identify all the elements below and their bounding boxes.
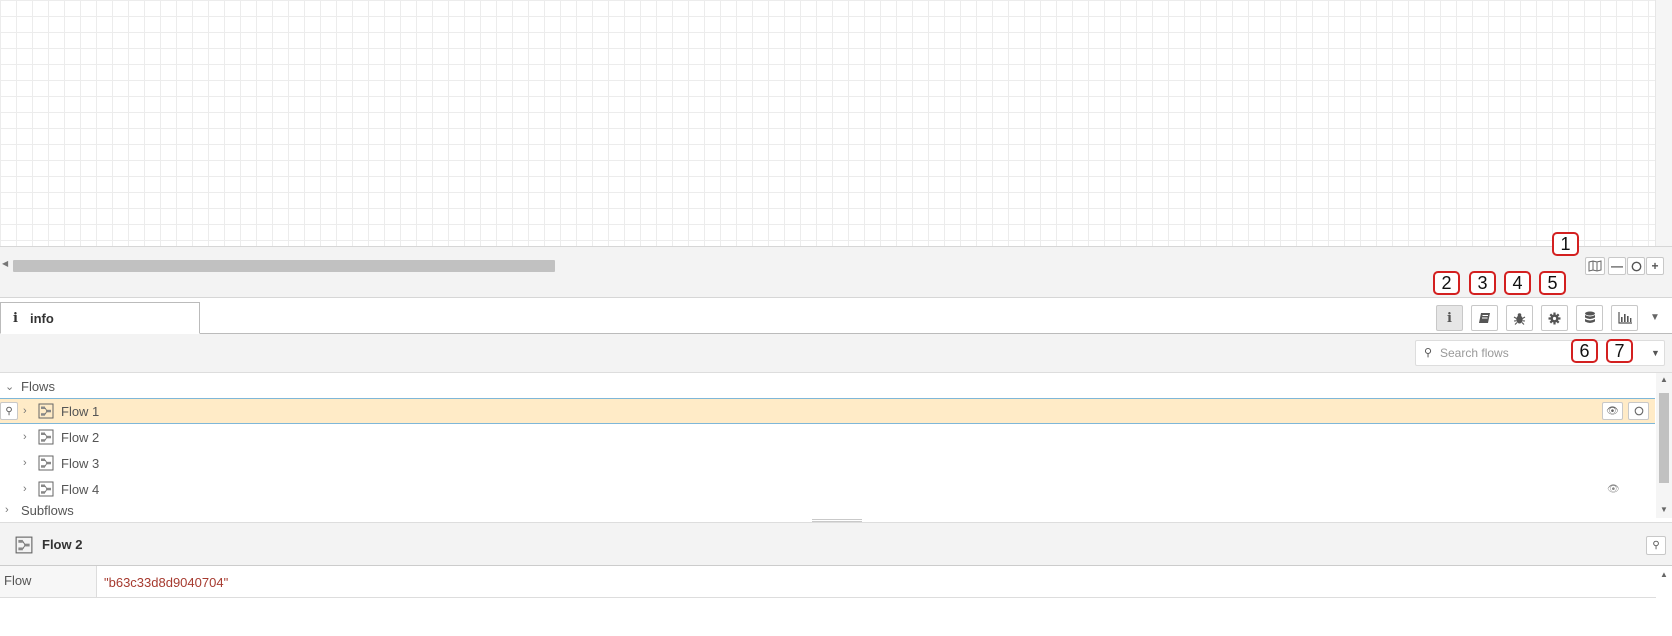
book-icon — [1478, 313, 1490, 323]
flow-icon — [38, 429, 54, 445]
horizontal-scroll-thumb[interactable] — [13, 260, 555, 272]
reveal-flow-button[interactable]: ⚲ — [0, 402, 18, 420]
scroll-up-arrow-icon[interactable]: ▲ — [1660, 570, 1668, 579]
annotation-badge-7: 7 — [1606, 339, 1633, 363]
scroll-down-arrow-icon[interactable]: ▼ — [1660, 505, 1668, 514]
tree-item-flow-3[interactable]: › Flow 3 — [0, 450, 1655, 476]
property-panel-header: Flow 2 ⚲ — [0, 522, 1672, 566]
tree-group-subflows[interactable]: › Subflows — [0, 501, 1655, 519]
property-row: Flow "b63c33d8d9040704" — [0, 566, 1656, 598]
property-vertical-scrollbar[interactable]: ▲ — [1656, 566, 1672, 636]
tab-info[interactable]: i info — [0, 302, 200, 334]
chevron-right-icon[interactable]: › — [5, 504, 9, 516]
bug-icon — [1513, 312, 1526, 325]
chevron-right-icon[interactable]: › — [23, 483, 27, 495]
tree-vertical-scrollbar[interactable]: ▲ ▼ — [1656, 373, 1672, 518]
property-key: Flow — [0, 566, 97, 597]
scroll-up-arrow-icon[interactable]: ▲ — [1660, 375, 1668, 384]
eye-icon: 👁 — [1606, 405, 1619, 417]
property-panel-title: Flow 2 — [42, 537, 83, 552]
flow-tree: ⌄ Flows ⚲ › Flow 1 👁 › Flow 2 › Flow 3 ›… — [0, 373, 1655, 518]
map-icon — [1588, 260, 1602, 272]
toggle-visibility-button[interactable]: 👁 — [1602, 402, 1623, 420]
info-icon: i — [13, 310, 18, 326]
dashboard-tab-button[interactable] — [1611, 305, 1638, 331]
hidden-eye-icon[interactable]: 👁 — [1607, 484, 1620, 495]
tree-scroll-thumb[interactable] — [1659, 393, 1669, 483]
zoom-reset-button[interactable] — [1627, 257, 1645, 275]
tree-item-label: Flow 4 — [61, 481, 100, 497]
circle-icon — [1634, 406, 1643, 416]
tab-info-label: info — [29, 310, 54, 326]
zoom-in-button[interactable]: + — [1646, 257, 1664, 275]
sidebar-tab-bar: i info i ▼ — [0, 298, 1672, 334]
workspace-canvas[interactable] — [0, 0, 1655, 246]
annotation-badge-6: 6 — [1571, 339, 1598, 363]
scroll-left-arrow-icon[interactable]: ◀ — [2, 259, 8, 268]
sidebar-menu-caret-icon[interactable]: ▼ — [1650, 312, 1660, 323]
help-tab-button[interactable] — [1471, 305, 1498, 331]
chevron-right-icon[interactable]: › — [23, 431, 27, 443]
workspace-footer: ◀ — + — [0, 246, 1672, 298]
bar-chart-icon — [1617, 312, 1632, 324]
toggle-enabled-button[interactable] — [1628, 402, 1649, 420]
search-icon: ⚲ — [1424, 347, 1433, 359]
property-value: "b63c33d8d9040704" — [104, 575, 229, 590]
tree-group-label: Subflows — [21, 502, 74, 518]
chevron-right-icon[interactable]: › — [23, 405, 27, 417]
tree-item-flow-2[interactable]: › Flow 2 — [0, 424, 1655, 450]
tree-item-flow-1[interactable]: ⚲ › Flow 1 👁 — [0, 398, 1655, 424]
info-tab-button[interactable]: i — [1436, 305, 1463, 331]
search-options-caret-icon[interactable]: ▼ — [1651, 348, 1660, 358]
search-icon: ⚲ — [5, 405, 13, 417]
chevron-down-icon[interactable]: ⌄ — [5, 380, 14, 393]
annotation-badge-3: 3 — [1469, 271, 1496, 295]
circle-icon — [1631, 261, 1641, 271]
workspace-vertical-scrollbar[interactable] — [1655, 0, 1672, 246]
info-icon: i — [1447, 310, 1452, 326]
minus-icon: — — [1611, 259, 1623, 273]
annotation-badge-1: 1 — [1552, 232, 1579, 256]
search-icon: ⚲ — [1652, 540, 1660, 551]
tree-item-label: Flow 1 — [61, 403, 100, 419]
flow-icon — [38, 455, 54, 471]
tree-group-flows[interactable]: ⌄ Flows — [0, 373, 1655, 399]
chevron-right-icon[interactable]: › — [23, 457, 27, 469]
plus-icon: + — [1651, 259, 1659, 273]
reveal-in-workspace-button[interactable]: ⚲ — [1646, 536, 1666, 555]
debug-tab-button[interactable] — [1506, 305, 1533, 331]
context-tab-button[interactable] — [1576, 305, 1603, 331]
tree-item-label: Flow 3 — [61, 455, 100, 471]
flow-icon — [38, 403, 54, 419]
gear-icon — [1548, 312, 1561, 324]
tree-item-label: Flow 2 — [61, 429, 100, 445]
database-icon — [1584, 311, 1595, 323]
flow-icon — [15, 536, 33, 554]
config-tab-button[interactable] — [1541, 305, 1568, 331]
zoom-out-button[interactable]: — — [1608, 257, 1626, 275]
navigator-button[interactable] — [1585, 257, 1605, 275]
annotation-badge-2: 2 — [1433, 271, 1460, 295]
tree-group-label: Flows — [21, 378, 55, 394]
annotation-badge-5: 5 — [1539, 271, 1566, 295]
annotation-badge-4: 4 — [1504, 271, 1531, 295]
flow-search-toolbar: ⚲ ▼ — [0, 334, 1672, 373]
flow-icon — [38, 481, 54, 497]
tree-item-flow-4[interactable]: › Flow 4 👁 — [0, 476, 1655, 502]
